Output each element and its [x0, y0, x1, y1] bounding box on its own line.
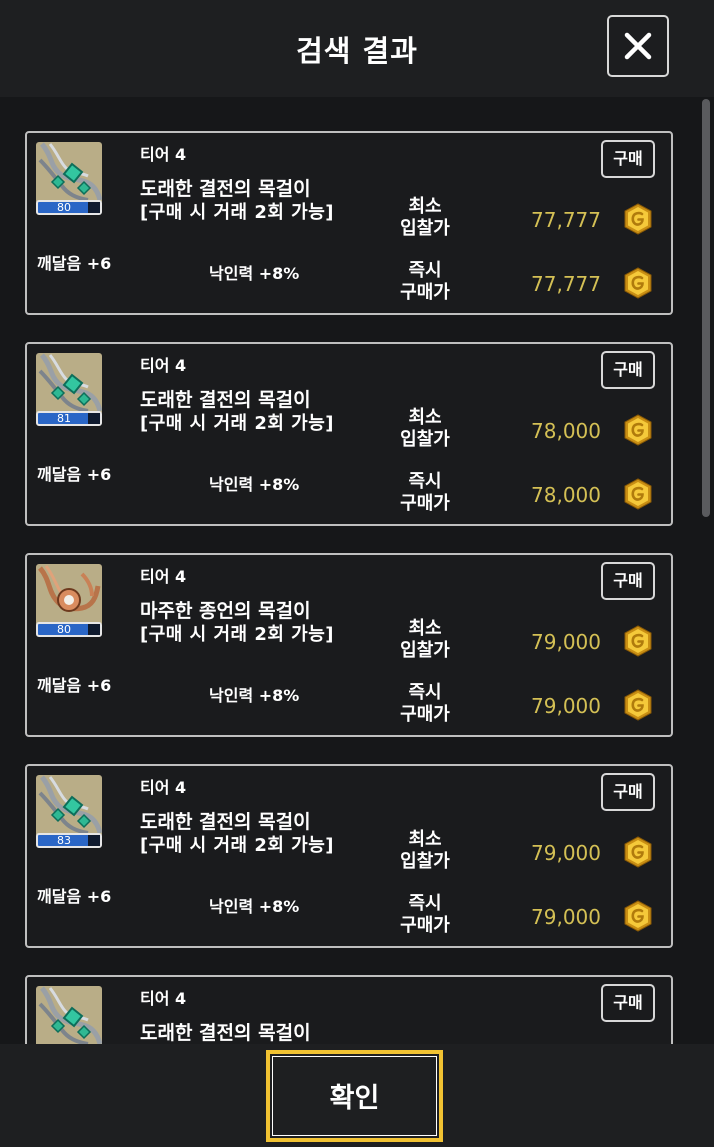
listing-card[interactable]: 81 티어 4 도래한 결전의 목걸이 [구매 시 거래 2회 가능] 구매깨달음 +6… [25, 342, 673, 526]
item-level: 80 [57, 201, 71, 214]
confirm-button-label: 확인 [329, 1083, 380, 1114]
engraving-stat: 깨달음 +6 [37, 254, 112, 273]
item-level-bar: 80 [36, 622, 102, 637]
silver-emerald-necklace-icon [36, 986, 102, 1044]
close-icon [624, 32, 652, 60]
min-bid-price: 78,000 [531, 419, 601, 443]
gold-coin-icon [622, 689, 654, 721]
bronze-necklace-icon [36, 564, 102, 626]
item-level-bar: 80 [36, 200, 102, 215]
buy-button[interactable]: 구매 [601, 562, 655, 600]
engraving-stat: 깨달음 +6 [37, 887, 112, 906]
listing-card[interactable]: 티어 4도래한 결전의 목걸이[구매 시 거래 2회 가능]구매 [25, 975, 673, 1044]
item-name: 도래한 결전의 목걸이 [140, 178, 311, 200]
instant-buy-label: 즉시 구매가 [400, 682, 450, 725]
brand-stat: 낙인력 +8% [209, 686, 300, 705]
min-bid-price: 79,000 [531, 630, 601, 654]
item-level-bar: 83 [36, 833, 102, 848]
instant-buy-price: 78,000 [531, 483, 601, 507]
trade-limit: [구매 시 거래 2회 가능] [140, 624, 335, 645]
item-name: 도래한 결전의 목걸이 [140, 389, 311, 411]
buy-button[interactable]: 구매 [601, 773, 655, 811]
item-level-bar: 81 [36, 411, 102, 426]
close-button[interactable] [607, 15, 669, 77]
min-bid-price: 79,000 [531, 841, 601, 865]
buy-button[interactable]: 구매 [601, 140, 655, 178]
min-bid-label: 최소 입찰가 [400, 407, 450, 450]
buy-button[interactable]: 구매 [601, 351, 655, 389]
item-tier: 티어 4 [140, 145, 187, 164]
item-tier: 티어 4 [140, 567, 187, 586]
gold-coin-icon [622, 478, 654, 510]
scrollbar[interactable] [700, 97, 710, 1044]
trade-limit: [구매 시 거래 2회 가능] [140, 202, 335, 223]
item-tier: 티어 4 [140, 989, 187, 1008]
listing-card[interactable]: 80 티어 4 마주한 종언의 목걸이 [구매 시 거래 2회 가능] 구매깨달음 +6… [25, 553, 673, 737]
min-bid-label: 최소 입찰가 [400, 618, 450, 661]
item-level: 80 [57, 623, 71, 636]
gold-coin-icon [622, 836, 654, 868]
header-bar: 검색 결과 [0, 0, 714, 97]
gold-coin-icon [622, 625, 654, 657]
instant-buy-label: 즉시 구매가 [400, 260, 450, 303]
item-level: 81 [57, 412, 71, 425]
brand-stat: 낙인력 +8% [209, 264, 300, 283]
instant-buy-label: 즉시 구매가 [400, 893, 450, 936]
item-level: 83 [57, 834, 71, 847]
silver-emerald-necklace-icon [36, 353, 102, 415]
silver-emerald-necklace-icon [36, 142, 102, 204]
results-list[interactable]: 80 티어 4 도래한 결전의 목걸이 [구매 시 거래 2회 가능] 구매 깨달음 +6… [0, 97, 714, 1044]
gold-coin-icon [622, 203, 654, 235]
min-bid-price: 77,777 [531, 208, 601, 232]
gold-coin-icon [622, 267, 654, 299]
listing-card[interactable]: 83 티어 4 도래한 결전의 목걸이 [구매 시 거래 2회 가능] 구매깨달음 +6… [25, 764, 673, 948]
item-name: 마주한 종언의 목걸이 [140, 600, 311, 622]
trade-limit: [구매 시 거래 2회 가능] [140, 413, 335, 434]
buy-button[interactable]: 구매 [601, 984, 655, 1022]
instant-buy-price: 77,777 [531, 272, 601, 296]
min-bid-label: 최소 입찰가 [400, 196, 450, 239]
gold-coin-icon [622, 900, 654, 932]
gold-coin-icon [622, 414, 654, 446]
instant-buy-label: 즉시 구매가 [400, 471, 450, 514]
instant-buy-price: 79,000 [531, 694, 601, 718]
item-name: 도래한 결전의 목걸이 [140, 1022, 311, 1044]
engraving-stat: 깨달음 +6 [37, 676, 112, 695]
engraving-stat: 깨달음 +6 [37, 465, 112, 484]
silver-emerald-necklace-icon [36, 775, 102, 837]
brand-stat: 낙인력 +8% [209, 897, 300, 916]
instant-buy-price: 79,000 [531, 905, 601, 929]
footer-bar: 확인 [0, 1044, 714, 1147]
brand-stat: 낙인력 +8% [209, 475, 300, 494]
item-tier: 티어 4 [140, 778, 187, 797]
confirm-button[interactable]: 확인 [266, 1050, 443, 1142]
trade-limit: [구매 시 거래 2회 가능] [140, 835, 335, 856]
item-tier: 티어 4 [140, 356, 187, 375]
item-name: 도래한 결전의 목걸이 [140, 811, 311, 833]
scrollbar-thumb[interactable] [702, 99, 710, 517]
min-bid-label: 최소 입찰가 [400, 829, 450, 872]
listing-card[interactable]: 80 티어 4 도래한 결전의 목걸이 [구매 시 거래 2회 가능] 구매깨달음 +6… [25, 131, 673, 315]
